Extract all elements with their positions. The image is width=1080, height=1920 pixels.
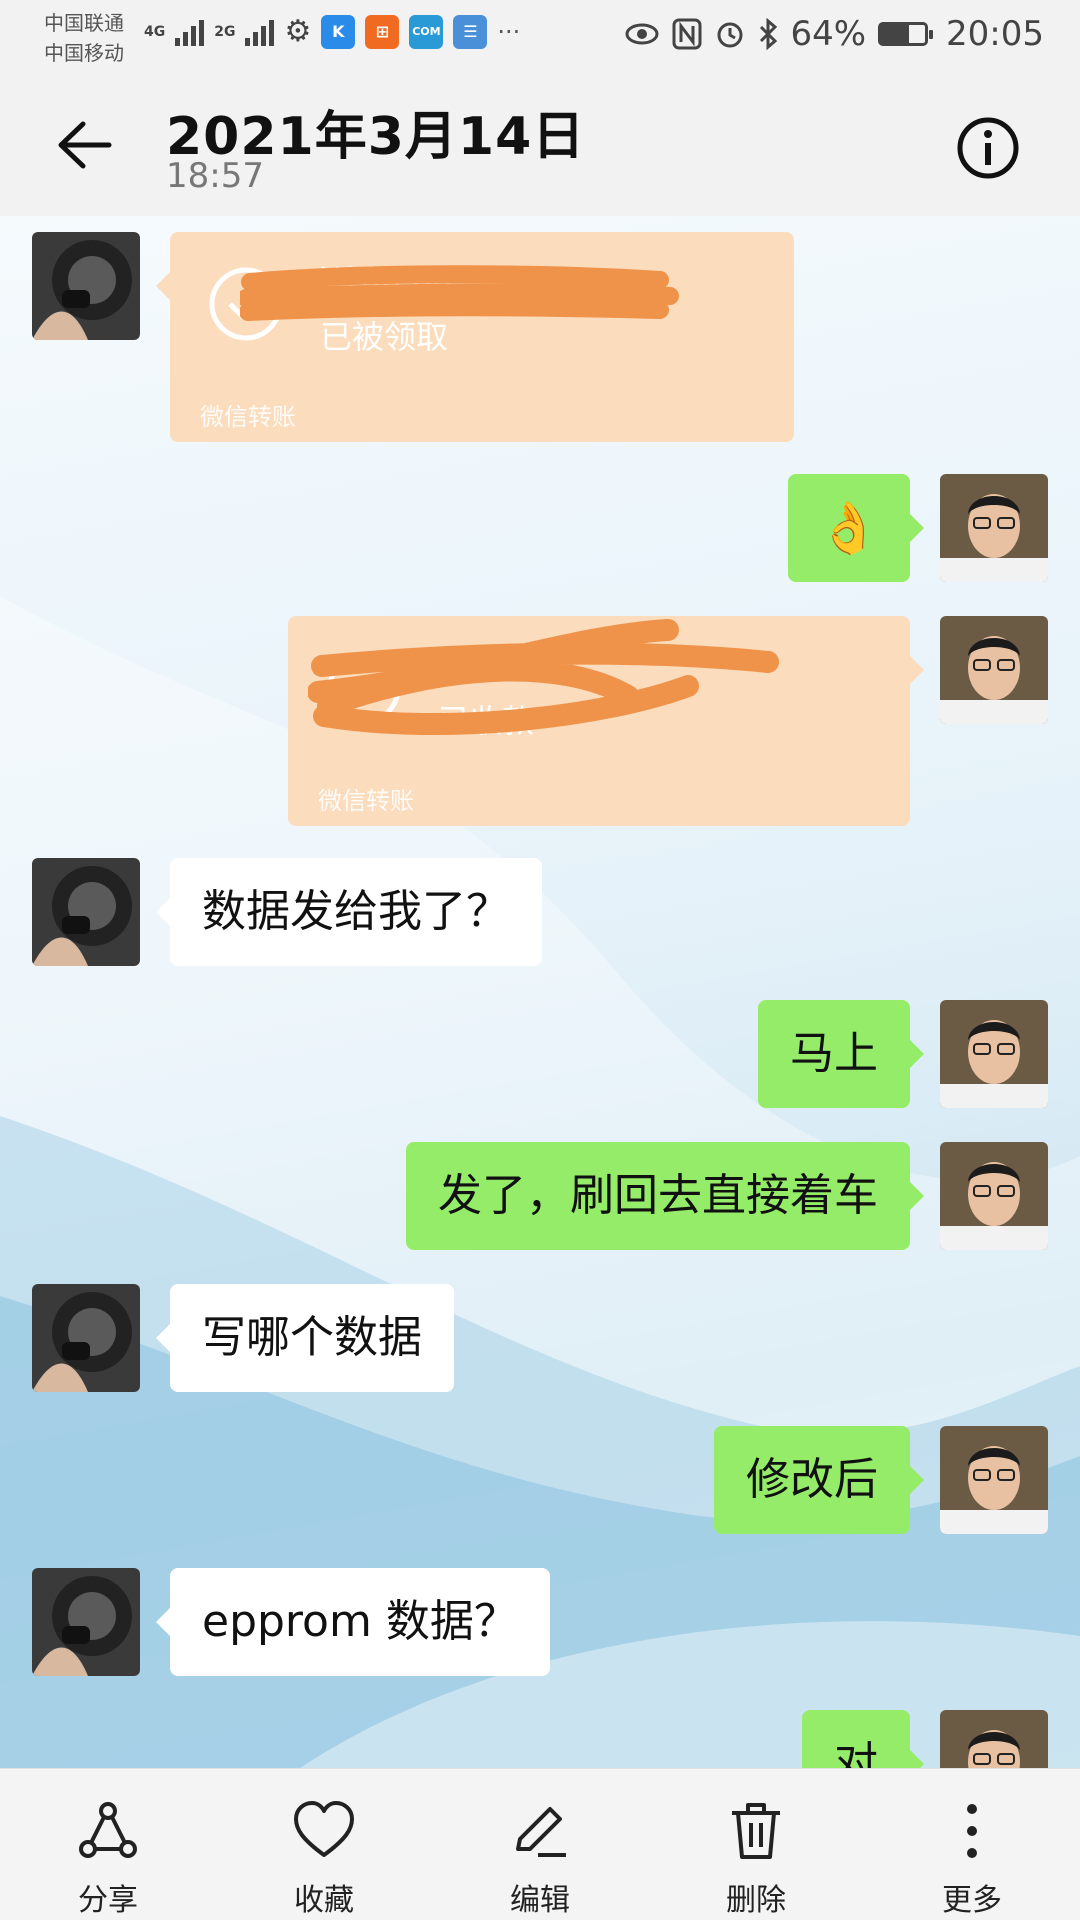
- contact-avatar[interactable]: [32, 858, 140, 966]
- message-bubble[interactable]: 数据发给我了？: [156, 858, 542, 966]
- message-text: 👌: [817, 499, 881, 557]
- favorite-label: 收藏: [294, 1883, 354, 1918]
- status-icons-left: 4G 2G ⚙ K ⊞ COM ☰ ···: [144, 14, 520, 49]
- carrier-2: 中国移动: [44, 41, 124, 65]
- bug-icon: ⚙: [284, 14, 312, 49]
- battery-percent: 64%: [790, 14, 867, 54]
- arrow-left-icon: [58, 121, 112, 169]
- status-bar: 中国联通 中国移动 4G 2G ⚙ K ⊞ COM ☰ ··· 64% 20:0…: [0, 0, 1080, 80]
- transfer-label: 微信转账: [318, 787, 414, 815]
- my-avatar[interactable]: [940, 1710, 1048, 1768]
- signal-icon: [175, 18, 205, 46]
- info-icon: [957, 117, 1019, 179]
- trash-icon: [732, 1803, 780, 1859]
- more-button[interactable]: 更多: [864, 1769, 1080, 1920]
- edit-button[interactable]: 编辑: [432, 1769, 648, 1920]
- message-bubble[interactable]: epprom 数据？: [156, 1568, 550, 1676]
- com-app-icon: COM: [409, 14, 444, 49]
- info-button[interactable]: [952, 112, 1024, 184]
- share-label: 分享: [78, 1883, 138, 1918]
- contact-avatar[interactable]: [32, 232, 140, 340]
- more-label: 更多: [942, 1883, 1002, 1918]
- carrier-1: 中国联通: [44, 11, 124, 35]
- redaction-scribble: [240, 265, 679, 321]
- redaction-scribble: [308, 619, 779, 736]
- my-avatar[interactable]: [940, 474, 1048, 582]
- eye-icon: [625, 23, 659, 45]
- network-type-1: 4G: [144, 23, 166, 40]
- network-type-2: 2G: [214, 23, 236, 40]
- message-bubble[interactable]: 对: [802, 1710, 924, 1768]
- app-grid-icon: ⊞: [365, 14, 400, 49]
- transfer-bubble[interactable]: ¥100.00 已收款 微信转账: [288, 616, 924, 826]
- signal-icon: [245, 18, 275, 46]
- menu-app-icon: ☰: [453, 14, 488, 49]
- contact-avatar[interactable]: [32, 1284, 140, 1392]
- share-button[interactable]: 分享: [0, 1769, 216, 1920]
- nfc-icon: [672, 18, 702, 50]
- edit-icon: [516, 1807, 566, 1857]
- contact-avatar[interactable]: [32, 1568, 140, 1676]
- transfer-bubble[interactable]: ¥100.00 已被领取 微信转账: [156, 232, 794, 442]
- page-subtitle: 18:57: [166, 156, 264, 196]
- clock: 20:05: [946, 14, 1044, 54]
- message-bubble[interactable]: 修改后: [714, 1426, 924, 1534]
- message-bubble[interactable]: 写哪个数据: [156, 1284, 454, 1392]
- more-icon: [967, 1804, 977, 1858]
- message-text: 马上: [790, 1028, 878, 1079]
- screen: 中国联通 中国移动 4G 2G ⚙ K ⊞ COM ☰ ··· 64% 20:0…: [0, 0, 1080, 1920]
- my-avatar[interactable]: [940, 616, 1048, 724]
- message-text: 修改后: [746, 1454, 878, 1505]
- message-text: 写哪个数据: [202, 1312, 422, 1363]
- delete-label: 删除: [726, 1883, 786, 1918]
- battery-icon: [878, 22, 934, 46]
- chat-area[interactable]: ¥100.00 已被领取 微信转账 👌 ¥100.00 已收款 微信转账 数据发…: [0, 216, 1080, 1768]
- carrier-labels: 中国联通 中国移动: [44, 8, 124, 68]
- message-bubble[interactable]: 👌: [788, 474, 924, 582]
- message-text: epprom 数据？: [202, 1596, 518, 1647]
- message-text: 数据发给我了？: [202, 886, 510, 937]
- my-avatar[interactable]: [940, 1000, 1048, 1108]
- transfer-label: 微信转账: [200, 403, 296, 431]
- share-icon: [79, 1802, 137, 1858]
- status-right: 64% 20:05: [624, 14, 1044, 54]
- wallpaper-waves: [0, 596, 1080, 1768]
- message-text: 对: [834, 1738, 878, 1768]
- message-bubble[interactable]: 发了，刷回去直接着车: [406, 1142, 924, 1250]
- bluetooth-icon: [760, 18, 778, 50]
- message-text: 发了，刷回去直接着车: [438, 1170, 878, 1221]
- favorite-button[interactable]: 收藏: [216, 1769, 432, 1920]
- title-bar: 2021年3月14日 18:57: [0, 80, 1080, 216]
- message-bubble[interactable]: 马上: [758, 1000, 924, 1108]
- more-notifications-icon: ···: [497, 17, 521, 46]
- my-avatar[interactable]: [940, 1426, 1048, 1534]
- back-button[interactable]: [50, 110, 120, 180]
- edit-label: 编辑: [510, 1883, 570, 1918]
- kugou-app-icon: K: [321, 14, 356, 49]
- delete-button[interactable]: 删除: [648, 1769, 864, 1920]
- bottom-action-bar: 分享 收藏 编辑 删除 更多: [0, 1768, 1080, 1920]
- my-avatar[interactable]: [940, 1142, 1048, 1250]
- heart-icon: [294, 1801, 354, 1857]
- alarm-icon: [717, 22, 743, 48]
